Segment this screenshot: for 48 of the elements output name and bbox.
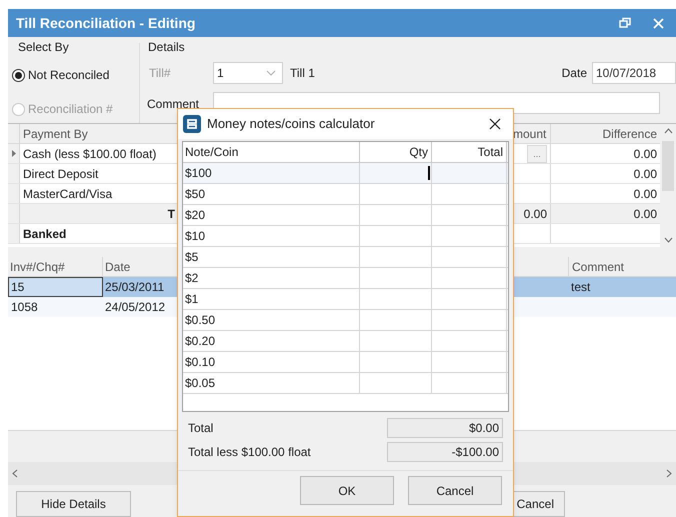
- table-cell-text: 0.00: [632, 166, 658, 183]
- column-header: Difference: [602, 126, 658, 143]
- table-cell: $1: [183, 289, 360, 309]
- table-cell: $0.05: [183, 373, 360, 393]
- total-field: $0.00: [387, 418, 503, 438]
- table-cell-text: Banked: [22, 226, 68, 243]
- table-cell: $50: [183, 184, 360, 204]
- total-label: Total: [188, 420, 214, 437]
- radio-label: Not Reconciled: [28, 67, 110, 84]
- column-header: Total: [432, 142, 507, 162]
- date-label: Date: [562, 65, 587, 82]
- table-cell-text: 1058: [10, 299, 39, 316]
- comment-label: Comment: [146, 96, 200, 113]
- till-name: Till 1: [290, 65, 316, 82]
- table-cell-text: MasterCard/Visa: [22, 186, 114, 203]
- table-cell: $0.50: [183, 310, 360, 330]
- table-cell-text: 0.00: [524, 206, 547, 222]
- column-header: Qty: [360, 142, 432, 162]
- group-title: Select By: [17, 39, 70, 56]
- table-cell: $0.20: [183, 331, 360, 351]
- table-cell-text: T: [166, 206, 176, 223]
- column-header: Inv#/Chq#: [8, 257, 103, 276]
- column-header: Note/Coin: [183, 142, 360, 162]
- table-cell-text: 0.00: [632, 206, 658, 223]
- dialog-title: Money notes/coins calculator: [207, 115, 376, 134]
- table-cell: $2: [183, 268, 360, 288]
- table-cell: $10: [183, 226, 360, 246]
- column-header: Date: [104, 259, 132, 276]
- radio-label: Reconciliation #: [28, 101, 113, 118]
- table-cell: $100: [183, 163, 360, 183]
- table-cell-text: 0.00: [632, 186, 658, 203]
- table-cell-text: Direct Deposit: [22, 166, 100, 183]
- table-cell: $0.10: [183, 352, 360, 372]
- group-title: Details: [147, 39, 186, 56]
- float-total-field: -$100.00: [387, 442, 503, 462]
- float-total-label: Total less $100.00 float: [188, 444, 312, 461]
- column-header: Comment: [568, 257, 676, 276]
- table-cell-text: 25/03/2011: [104, 279, 166, 296]
- table-cell-text: 24/05/2012: [104, 299, 166, 316]
- table-cell-text: Cash (less $100.00 float): [22, 146, 158, 163]
- column-header: Payment By: [22, 126, 89, 143]
- window-title: Till Reconciliation - Editing: [16, 14, 196, 33]
- till-label: Till#: [148, 65, 172, 82]
- table-cell-text: 0.00: [632, 146, 658, 163]
- table-cell: $20: [183, 205, 360, 225]
- table-cell: 15: [8, 277, 103, 297]
- table-cell: $5: [183, 247, 360, 267]
- table-cell-text: test: [570, 279, 592, 296]
